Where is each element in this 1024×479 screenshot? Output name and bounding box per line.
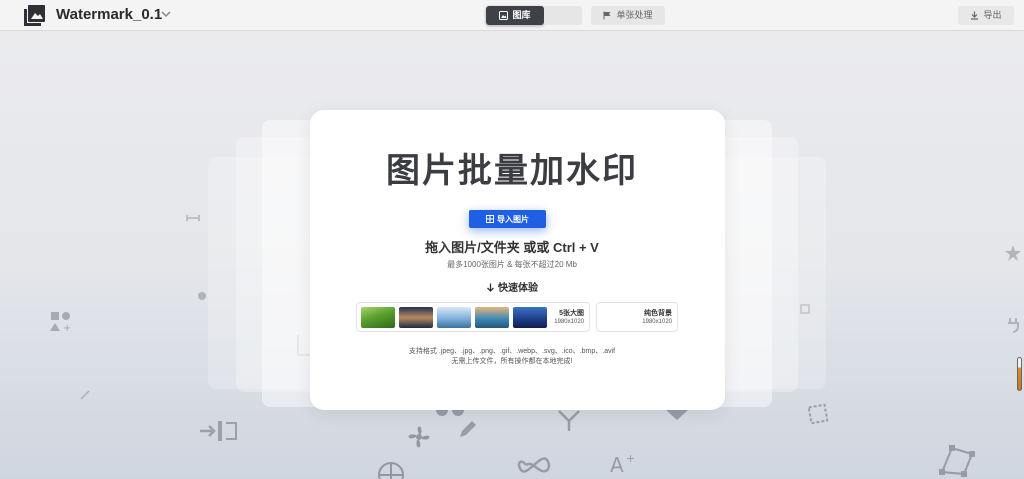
tab-gallery-label: 图库 bbox=[512, 10, 531, 20]
drop-hint: 拖入图片/文件夹 或或 Ctrl + V bbox=[425, 240, 599, 255]
tab-gallery-extension bbox=[544, 6, 582, 25]
top-bar: Watermark_0.1 图库 单张处理 导出 bbox=[0, 0, 1024, 31]
shapes-icon: + bbox=[50, 312, 71, 332]
supported-formats: 支持格式 .jpeg、.jpg、.png、.gif、.webp、.svg、.ic… bbox=[408, 348, 616, 355]
download-icon bbox=[971, 11, 979, 20]
grid-plus-icon bbox=[486, 215, 494, 223]
chevron-down-icon[interactable] bbox=[160, 8, 172, 20]
fan-icon bbox=[408, 426, 430, 448]
font-size-icon: A + bbox=[610, 452, 635, 474]
tab-single-label: 单张处理 bbox=[616, 10, 653, 20]
ruler-icon bbox=[186, 215, 200, 221]
app-title[interactable]: Watermark_0.1 bbox=[56, 6, 162, 24]
slash-icon bbox=[80, 390, 90, 400]
pin-icon bbox=[558, 410, 580, 431]
svg-text:A: A bbox=[610, 453, 624, 474]
quick-start-heading: 快速体验 bbox=[0, 283, 1024, 295]
limit-hint: 最多1000张图片 & 每张不超过20 Mb bbox=[447, 260, 577, 269]
plug-icon bbox=[1008, 318, 1019, 333]
gallery-logo-icon bbox=[24, 5, 45, 26]
import-images-button[interactable]: 导入图片 bbox=[469, 210, 546, 228]
sample-thumbnail bbox=[475, 307, 509, 328]
sample-name: 5张大图 bbox=[559, 310, 584, 317]
arrow-in-icon bbox=[200, 421, 237, 441]
sample-name: 纯色背景 bbox=[644, 310, 672, 317]
export-label: 导出 bbox=[983, 10, 1002, 20]
sample-thumbnail bbox=[437, 307, 471, 328]
sample-label: 纯色背景 1980x1020 bbox=[642, 309, 672, 327]
page-title: 图片批量加水印 bbox=[386, 152, 638, 190]
tab-single[interactable]: 单张处理 bbox=[591, 6, 665, 25]
sample-thumbnail bbox=[513, 307, 547, 328]
svg-text:+: + bbox=[63, 323, 71, 332]
flag-icon bbox=[603, 11, 611, 20]
import-images-label: 导入图片 bbox=[497, 214, 529, 224]
sample-thumbnail bbox=[399, 307, 433, 328]
quick-start-label: 快速体验 bbox=[498, 283, 538, 294]
tab-gallery[interactable]: 图库 bbox=[486, 6, 544, 25]
export-button[interactable]: 导出 bbox=[958, 6, 1014, 25]
arrow-down-icon bbox=[487, 283, 494, 292]
globe-icon bbox=[378, 462, 404, 479]
sample-large-photos[interactable]: 5张大图 1980x1020 bbox=[356, 302, 590, 332]
sample-thumbnail bbox=[361, 307, 395, 328]
side-scrollbar[interactable] bbox=[1017, 357, 1022, 391]
pencil-icon bbox=[460, 421, 476, 437]
image-icon bbox=[499, 11, 509, 20]
sample-label: 5张大图 1980x1020 bbox=[554, 309, 584, 327]
privacy-note: 无需上传文件，所有操作都在本地完成! bbox=[451, 358, 573, 365]
infinity-icon bbox=[517, 457, 551, 473]
svg-text:+: + bbox=[626, 452, 635, 465]
node-graph-icon bbox=[939, 445, 975, 477]
sample-size: 1980x1020 bbox=[642, 319, 672, 325]
sample-size: 1980x1020 bbox=[554, 319, 584, 325]
frame-icon bbox=[807, 403, 829, 425]
sample-solid-background[interactable]: 纯色背景 1980x1020 bbox=[596, 302, 678, 332]
